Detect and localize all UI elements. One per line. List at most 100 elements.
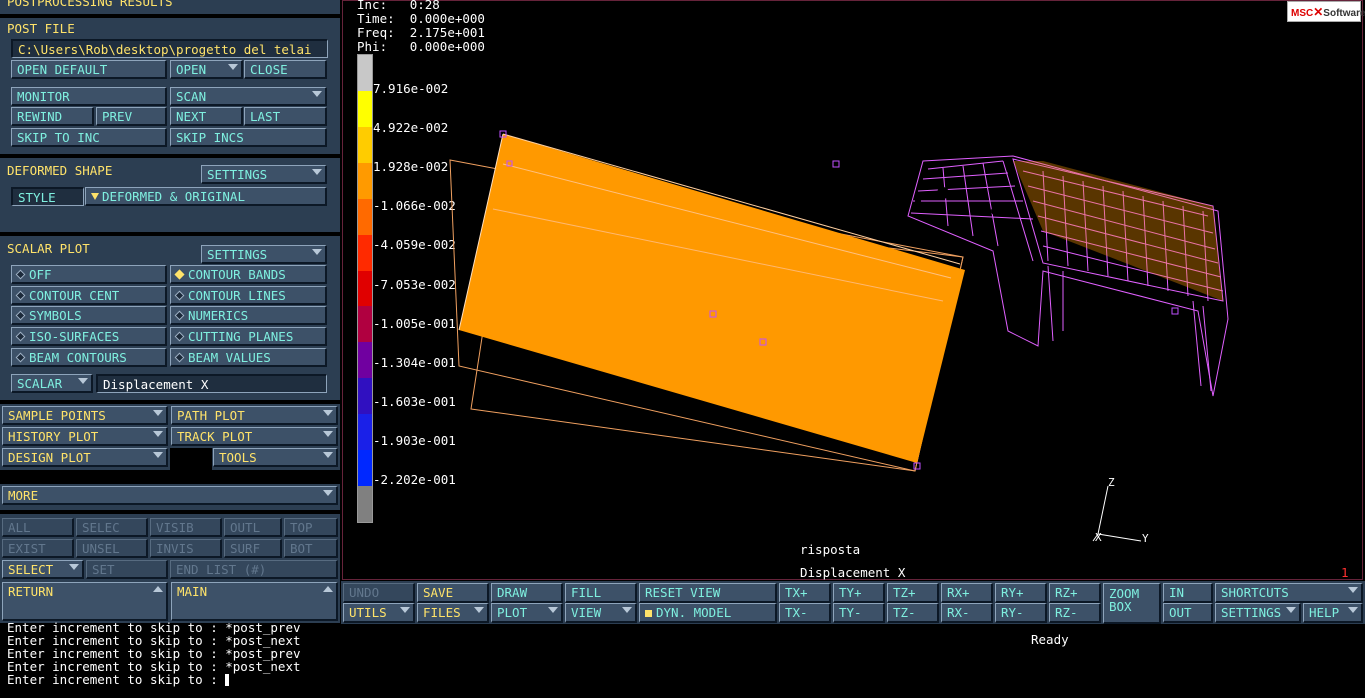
scalar-value-field[interactable]: Displacement X xyxy=(96,374,327,393)
rx-plus-button[interactable]: RX+ xyxy=(941,583,993,603)
zoom-in-button[interactable]: IN xyxy=(1163,583,1213,603)
scan-button[interactable]: SCAN xyxy=(170,87,327,106)
command-input[interactable]: Enter increment to skip to : xyxy=(7,673,230,687)
draw-button[interactable]: DRAW xyxy=(491,583,563,603)
iso-surfaces-radio[interactable]: ISO-SURFACES xyxy=(11,327,167,346)
radio-diamond-icon xyxy=(174,290,185,301)
invis-button[interactable]: INVIS xyxy=(150,539,222,558)
dropdown-arrow-icon xyxy=(153,431,163,437)
post-file-path[interactable]: C:\Users\Rob\desktop\progetto del telai xyxy=(11,39,328,58)
numerics-radio[interactable]: NUMERICS xyxy=(170,306,327,325)
menu-arrow-icon xyxy=(91,193,99,200)
rewind-button[interactable]: REWIND xyxy=(11,107,94,126)
beam-contours-radio[interactable]: BEAM CONTOURS xyxy=(11,348,167,367)
cutting-planes-radio[interactable]: CUTTING PLANES xyxy=(170,327,327,346)
open-default-button[interactable]: OPEN DEFAULT xyxy=(11,60,167,79)
exist-button[interactable]: EXIST xyxy=(2,539,74,558)
panel-title: POSTPROCESSING RESULTS xyxy=(7,0,173,9)
top-button[interactable]: TOP xyxy=(284,518,338,537)
set-button[interactable]: SET xyxy=(86,560,168,579)
view-toolbar: UNDO SAVE DRAW FILL RESET VIEW TX+ TY+ T… xyxy=(341,581,1365,624)
track-plot-button[interactable]: TRACK PLOT xyxy=(171,427,338,446)
shortcuts-button[interactable]: SHORTCUTS xyxy=(1215,583,1363,603)
command-console[interactable]: Enter increment to skip to : *post_prev … xyxy=(0,621,1365,698)
path-plot-button[interactable]: PATH PLOT xyxy=(171,406,338,425)
toolbar-settings-button[interactable]: SETTINGS xyxy=(1215,603,1301,623)
scalar-button[interactable]: SCALAR xyxy=(11,374,93,393)
reset-view-button[interactable]: RESET VIEW xyxy=(639,583,777,603)
graphics-viewport[interactable]: Inc: 0:28 Time: 0.000e+000 Freq: 2.175e+… xyxy=(342,0,1365,580)
return-button[interactable]: RETURN xyxy=(2,582,168,621)
main-button[interactable]: MAIN xyxy=(171,582,338,621)
rz-plus-button[interactable]: RZ+ xyxy=(1049,583,1101,603)
more-button[interactable]: MORE xyxy=(2,486,338,505)
next-button[interactable]: NEXT xyxy=(170,107,243,126)
rx-minus-button[interactable]: RX- xyxy=(941,603,993,623)
tx-plus-button[interactable]: TX+ xyxy=(779,583,831,603)
dropdown-arrow-icon xyxy=(153,452,163,458)
history-plot-button[interactable]: HISTORY PLOT xyxy=(2,427,168,446)
contour-bands-radio[interactable]: CONTOUR BANDS xyxy=(170,265,327,284)
dyn-model-toggle[interactable]: DYN. MODEL xyxy=(639,603,777,623)
sample-points-button[interactable]: SAMPLE POINTS xyxy=(2,406,168,425)
ry-plus-button[interactable]: RY+ xyxy=(995,583,1047,603)
contour-cent-radio[interactable]: CONTOUR CENT xyxy=(11,286,167,305)
zoom-box-button[interactable]: ZOOM BOX xyxy=(1103,583,1161,624)
tools-button[interactable]: TOOLS xyxy=(213,448,338,467)
undo-button[interactable]: UNDO xyxy=(343,583,415,603)
selec-button[interactable]: SELEC xyxy=(76,518,148,537)
ty-plus-button[interactable]: TY+ xyxy=(833,583,885,603)
view-button[interactable]: VIEW xyxy=(565,603,637,623)
beam-values-radio[interactable]: BEAM VALUES xyxy=(170,348,327,367)
files-button[interactable]: FILES xyxy=(417,603,489,623)
dropdown-arrow-icon xyxy=(1348,587,1358,593)
ty-minus-button[interactable]: TY- xyxy=(833,603,885,623)
plot-tools-section: SAMPLE POINTS PATH PLOT HISTORY PLOT TRA… xyxy=(0,404,340,470)
dropdown-arrow-icon xyxy=(1286,607,1296,613)
fill-button[interactable]: FILL xyxy=(565,583,637,603)
monitor-button[interactable]: MONITOR xyxy=(11,87,167,106)
tz-minus-button[interactable]: TZ- xyxy=(887,603,939,623)
open-button[interactable]: OPEN xyxy=(170,60,243,79)
tx-minus-button[interactable]: TX- xyxy=(779,603,831,623)
select-button[interactable]: SELECT xyxy=(2,560,84,579)
dropdown-arrow-icon xyxy=(228,64,238,70)
radio-diamond-icon xyxy=(174,331,185,342)
dropdown-arrow-icon xyxy=(312,91,322,97)
last-button[interactable]: LAST xyxy=(244,107,327,126)
contour-lines-radio[interactable]: CONTOUR LINES xyxy=(170,286,327,305)
surf-button[interactable]: SURF xyxy=(224,539,282,558)
plot-button[interactable]: PLOT xyxy=(491,603,563,623)
dropdown-arrow-icon xyxy=(400,607,410,613)
design-plot-button[interactable]: DESIGN PLOT xyxy=(2,448,168,467)
bot-button[interactable]: BOT xyxy=(284,539,338,558)
model-render xyxy=(449,130,1229,542)
off-radio[interactable]: OFF xyxy=(11,265,167,284)
tz-plus-button[interactable]: TZ+ xyxy=(887,583,939,603)
visib-button[interactable]: VISIB xyxy=(150,518,222,537)
prev-button[interactable]: PREV xyxy=(96,107,167,126)
symbols-radio[interactable]: SYMBOLS xyxy=(11,306,167,325)
end-list-button[interactable]: END LIST (#) xyxy=(170,560,338,579)
axis-x-label: X xyxy=(1095,531,1102,544)
outl-button[interactable]: OUTL xyxy=(224,518,282,537)
dropdown-arrow-icon xyxy=(69,564,79,570)
skip-to-inc-button[interactable]: SKIP TO INC xyxy=(11,128,167,147)
scalar-settings-button[interactable]: SETTINGS xyxy=(201,245,327,264)
select-all-button[interactable]: ALL xyxy=(2,518,74,537)
deformed-settings-button[interactable]: SETTINGS xyxy=(201,165,327,184)
text-cursor xyxy=(225,674,230,686)
close-button[interactable]: CLOSE xyxy=(244,60,327,79)
zoom-out-button[interactable]: OUT xyxy=(1163,603,1213,623)
radio-diamond-icon xyxy=(174,352,185,363)
rz-minus-button[interactable]: RZ- xyxy=(1049,603,1101,623)
style-select[interactable]: DEFORMED & ORIGINAL xyxy=(85,187,327,206)
window-index: 1 xyxy=(1341,565,1349,580)
unsel-button[interactable]: UNSEL xyxy=(76,539,148,558)
result-name: Displacement X xyxy=(800,565,906,580)
ry-minus-button[interactable]: RY- xyxy=(995,603,1047,623)
save-button[interactable]: SAVE xyxy=(417,583,489,603)
utils-button[interactable]: UTILS xyxy=(343,603,415,623)
help-button[interactable]: HELP xyxy=(1303,603,1363,623)
skip-incs-button[interactable]: SKIP INCS xyxy=(170,128,327,147)
